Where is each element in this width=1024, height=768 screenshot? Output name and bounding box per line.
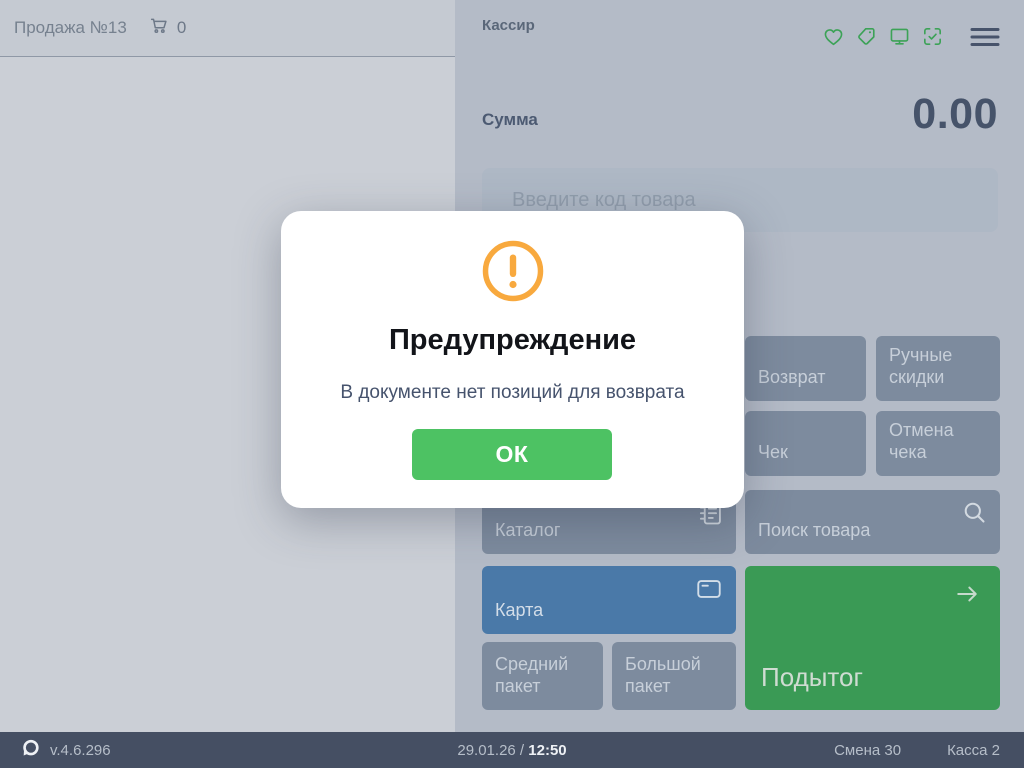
heart-icon[interactable] xyxy=(822,25,845,48)
warning-icon xyxy=(281,239,744,303)
register-label: Касса 2 xyxy=(947,741,1000,759)
warning-title: Предупреждение xyxy=(388,324,637,356)
subtotal-button[interactable]: Подытог xyxy=(745,566,1000,710)
sum-label: Сумма xyxy=(482,110,538,129)
tag-icon[interactable] xyxy=(855,25,878,48)
subtotal-button-label: Подытог xyxy=(761,662,863,693)
pos-screen: Продажа №13 0 Кассир Сумма 0.00 Введите … xyxy=(0,0,1024,768)
manual-discounts-button-label: Ручные скидки xyxy=(889,345,953,388)
status-date: 29.01.26 xyxy=(457,741,516,759)
return-button[interactable]: Возврат xyxy=(745,336,866,401)
menu-icon[interactable] xyxy=(970,26,1000,48)
search-icon xyxy=(961,499,988,532)
display-icon[interactable] xyxy=(888,25,911,48)
card-icon xyxy=(694,575,724,609)
status-time: 12:50 xyxy=(528,741,567,759)
sum-value: 0.00 xyxy=(912,90,998,138)
cart-icon xyxy=(149,15,170,41)
warning-message: В документе нет позиций для возврата xyxy=(340,382,685,403)
medium-bag-button[interactable]: Средний пакет xyxy=(482,642,603,710)
medium-bag-button-label: Средний пакет xyxy=(495,654,569,697)
large-bag-button-label: Большой пакет xyxy=(625,654,701,697)
cart-count: 0 xyxy=(176,18,187,37)
cashier-label: Кассир xyxy=(482,17,535,34)
warning-dialog: Предупреждение В документе нет позиций д… xyxy=(281,211,744,508)
sale-header: Продажа №13 0 xyxy=(0,0,455,57)
card-button-label: Карта xyxy=(495,600,544,621)
status-bar: v.4.6.296 29.01.26 / 12:50 Смена 30 Касс… xyxy=(0,732,1024,768)
sale-title: Продажа №13 xyxy=(14,18,127,37)
cancel-receipt-button-label: Отмена чека xyxy=(889,420,954,463)
manual-discounts-button[interactable]: Ручные скидки xyxy=(876,336,1000,401)
ok-button[interactable]: ОК xyxy=(412,429,612,480)
status-bar-right: Смена 30 Касса 2 xyxy=(834,742,1000,759)
cancel-receipt-button[interactable]: Отмена чека xyxy=(876,411,1000,476)
return-button-label: Возврат xyxy=(758,367,826,388)
shift-label: Смена 30 xyxy=(834,741,902,759)
receipt-button-label: Чек xyxy=(758,442,788,463)
receipt-button[interactable]: Чек xyxy=(745,411,866,476)
arrow-right-icon xyxy=(950,580,984,616)
card-payment-button[interactable]: Карта xyxy=(482,566,736,634)
cart-indicator: 0 xyxy=(149,15,186,41)
catalog-button-label: Каталог xyxy=(495,520,561,541)
product-search-button-label: Поиск товара xyxy=(758,520,871,541)
status-separator: / xyxy=(515,741,529,759)
large-bag-button[interactable]: Большой пакет xyxy=(612,642,736,710)
header-icon-bar xyxy=(822,25,1000,48)
product-search-button[interactable]: Поиск товара xyxy=(745,490,1000,554)
scan-check-icon[interactable] xyxy=(921,25,944,48)
